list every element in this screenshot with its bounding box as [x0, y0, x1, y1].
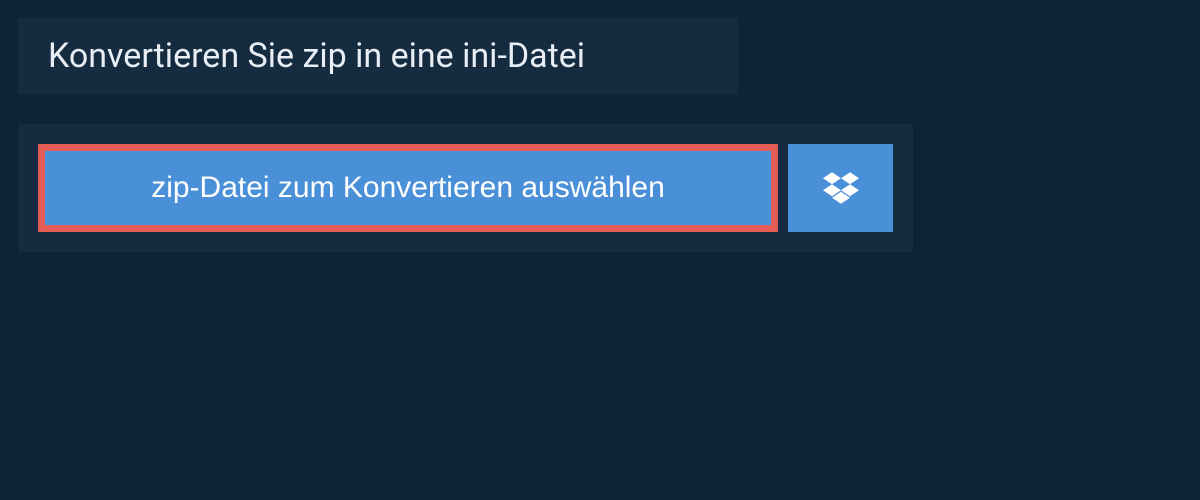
dropbox-icon: [823, 172, 859, 204]
dropbox-button[interactable]: [788, 144, 893, 232]
header-bar: Konvertieren Sie zip in eine ini-Datei: [18, 18, 738, 94]
select-file-button[interactable]: zip-Datei zum Konvertieren auswählen: [38, 144, 778, 232]
upload-panel: zip-Datei zum Konvertieren auswählen: [18, 124, 913, 252]
page-title: Konvertieren Sie zip in eine ini-Datei: [48, 36, 708, 76]
select-file-label: zip-Datei zum Konvertieren auswählen: [151, 171, 665, 205]
